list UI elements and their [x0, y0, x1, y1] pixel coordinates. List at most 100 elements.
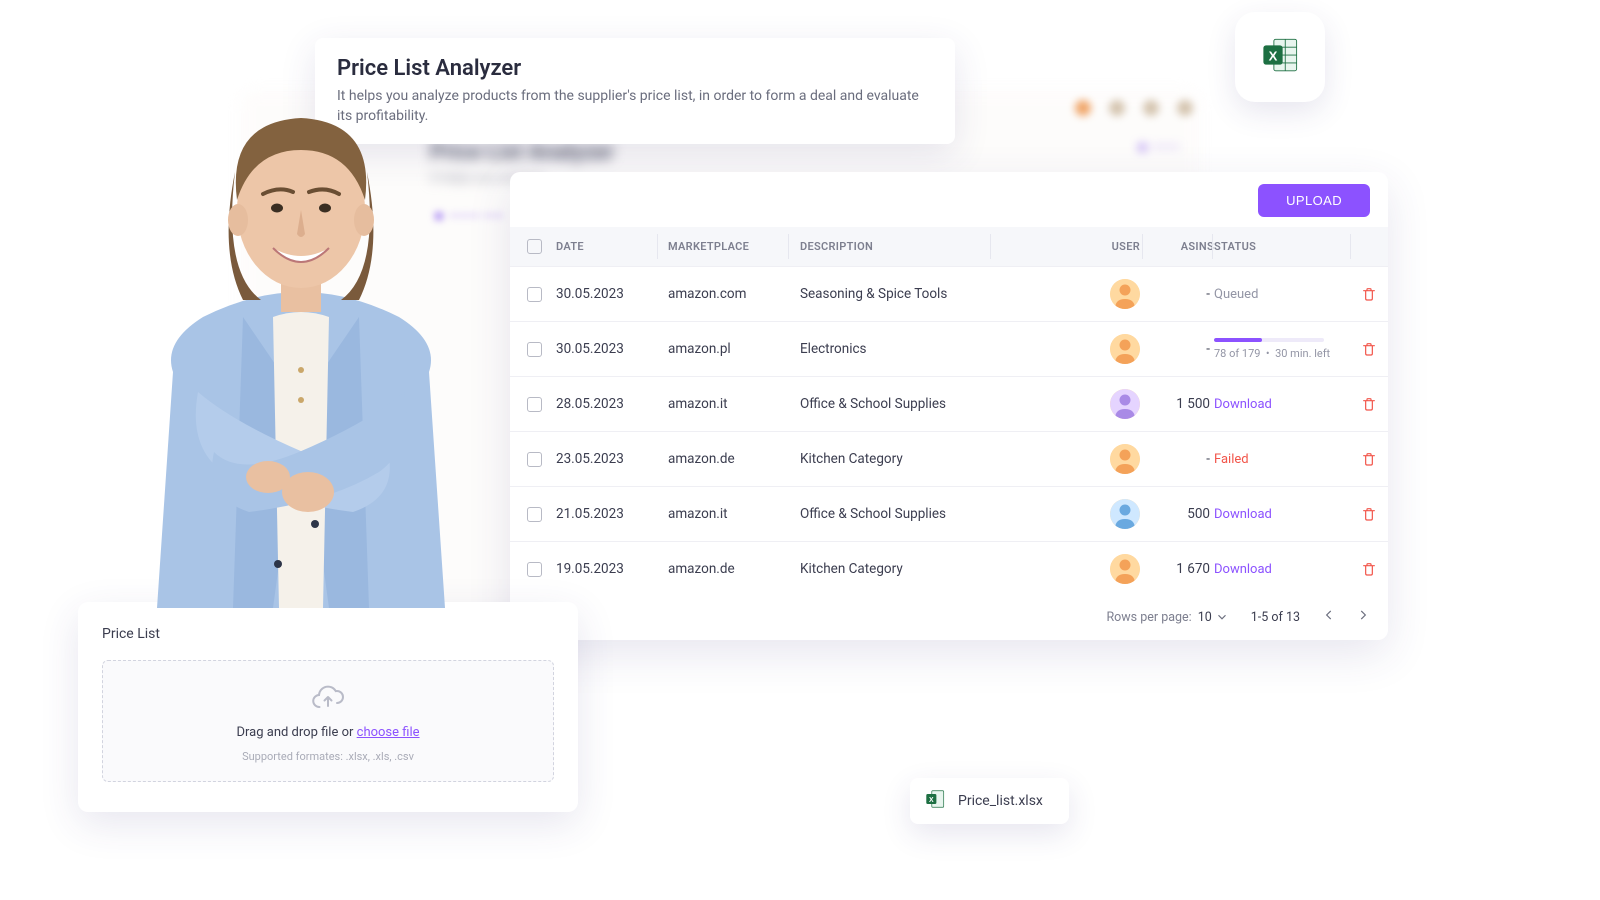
cell-marketplace: amazon.pl	[668, 341, 800, 357]
cell-description: Electronics	[800, 341, 1000, 357]
delete-button[interactable]	[1352, 506, 1386, 522]
chevron-right-icon	[1356, 608, 1370, 622]
cell-status: Download	[1214, 507, 1352, 522]
rows-per-page-label: Rows per page:	[1106, 610, 1191, 625]
table-header: DATE MARKETPLACE DESCRIPTION USER ASINS …	[510, 227, 1388, 266]
file-dropzone[interactable]: Drag and drop file or choose file Suppor…	[102, 660, 554, 782]
cell-marketplace: amazon.com	[668, 286, 800, 302]
cell-date: 30.05.2023	[556, 286, 668, 302]
download-link[interactable]: Download	[1214, 507, 1272, 522]
delete-button[interactable]	[1352, 561, 1386, 577]
cell-status: Failed	[1214, 452, 1352, 467]
cell-description: Office & School Supplies	[800, 506, 1000, 522]
excel-icon: X	[1259, 34, 1301, 80]
cell-description: Kitchen Category	[800, 451, 1000, 467]
table-row: 19.05.2023 amazon.de Kitchen Category 1 …	[510, 541, 1388, 596]
row-checkbox[interactable]	[527, 287, 542, 302]
cell-marketplace: amazon.it	[668, 396, 800, 412]
cell-date: 19.05.2023	[556, 561, 668, 577]
col-user: USER	[1000, 240, 1140, 253]
page-next-button[interactable]	[1356, 608, 1370, 626]
cell-asins: -	[1140, 286, 1214, 302]
upload-button[interactable]: UPLOAD	[1258, 184, 1370, 217]
table-row: 21.05.2023 amazon.it Office & School Sup…	[510, 486, 1388, 541]
trash-icon	[1361, 396, 1377, 412]
chevron-down-icon	[1215, 610, 1229, 624]
cell-description: Seasoning & Spice Tools	[800, 286, 1000, 302]
user-avatar	[1110, 554, 1140, 584]
delete-button[interactable]	[1352, 286, 1386, 302]
table-row: 30.05.2023 amazon.com Seasoning & Spice …	[510, 266, 1388, 321]
cell-date: 30.05.2023	[556, 341, 668, 357]
cloud-upload-icon	[311, 685, 345, 715]
trash-icon	[1361, 451, 1377, 467]
cell-marketplace: amazon.it	[668, 506, 800, 522]
col-description: DESCRIPTION	[800, 240, 1000, 253]
user-avatar	[1110, 279, 1140, 309]
pagination-range: 1-5 of 13	[1251, 610, 1300, 625]
pagination: Rows per page: 10 1-5 of 13	[510, 596, 1388, 634]
cell-description: Kitchen Category	[800, 561, 1000, 577]
trash-icon	[1361, 341, 1377, 357]
row-checkbox[interactable]	[527, 342, 542, 357]
trash-icon	[1361, 561, 1377, 577]
cell-asins: 1 500	[1140, 396, 1214, 412]
delete-button[interactable]	[1352, 396, 1386, 412]
delete-button[interactable]	[1352, 341, 1386, 357]
excel-icon: X	[924, 788, 946, 814]
cell-status: Queued	[1214, 287, 1352, 302]
page-prev-button[interactable]	[1322, 608, 1336, 626]
row-checkbox[interactable]	[527, 507, 542, 522]
excel-badge: X	[1235, 12, 1325, 102]
background-avatar-icons	[1075, 100, 1193, 116]
table-row: 28.05.2023 amazon.it Office & School Sup…	[510, 376, 1388, 431]
cell-asins: 500	[1140, 506, 1214, 522]
dropzone-text: Drag and drop file or choose file	[236, 725, 419, 740]
user-avatar	[1110, 444, 1140, 474]
row-checkbox[interactable]	[527, 562, 542, 577]
cell-asins: 1 670	[1140, 561, 1214, 577]
col-asins: ASINS	[1140, 240, 1214, 253]
dropzone-supported: Supported formates: .xlsx, .xls, .csv	[242, 750, 414, 763]
cell-status: Download	[1214, 397, 1352, 412]
cell-status: Download	[1214, 562, 1352, 577]
price-list-title: Price List	[102, 626, 554, 642]
price-list-card: Price List Drag and drop file or choose …	[78, 602, 578, 812]
col-marketplace: MARKETPLACE	[668, 240, 800, 253]
choose-file-link[interactable]: choose file	[357, 725, 420, 740]
file-name: Price_list.xlsx	[958, 793, 1043, 809]
cell-date: 28.05.2023	[556, 396, 668, 412]
svg-text:X: X	[929, 797, 934, 804]
cell-asins: -	[1140, 451, 1214, 467]
user-avatar	[1110, 499, 1140, 529]
person-illustration	[123, 92, 478, 608]
cell-description: Office & School Supplies	[800, 396, 1000, 412]
cell-marketplace: amazon.de	[668, 561, 800, 577]
delete-button[interactable]	[1352, 451, 1386, 467]
results-panel: UPLOAD DATE MARKETPLACE DESCRIPTION USER…	[510, 172, 1388, 640]
chevron-left-icon	[1322, 608, 1336, 622]
svg-text:X: X	[1269, 48, 1278, 63]
row-checkbox[interactable]	[527, 397, 542, 412]
col-status: STATUS	[1214, 240, 1352, 253]
rows-per-page-select[interactable]: 10	[1198, 610, 1229, 625]
progress-indicator: 78 of 179 • 30 min. left	[1214, 338, 1352, 360]
trash-icon	[1361, 506, 1377, 522]
download-link[interactable]: Download	[1214, 562, 1272, 577]
cell-status: 78 of 179 • 30 min. left	[1214, 338, 1352, 360]
page-title: Price List Analyzer	[337, 56, 933, 81]
select-all-checkbox[interactable]	[527, 239, 542, 254]
cell-asins: -	[1140, 341, 1214, 357]
user-avatar	[1110, 334, 1140, 364]
cell-date: 21.05.2023	[556, 506, 668, 522]
file-chip[interactable]: X Price_list.xlsx	[910, 778, 1069, 824]
background-button: ■ ———	[1139, 140, 1180, 154]
cell-date: 23.05.2023	[556, 451, 668, 467]
row-checkbox[interactable]	[527, 452, 542, 467]
table-row: 30.05.2023 amazon.pl Electronics - 78 of…	[510, 321, 1388, 376]
col-date: DATE	[556, 240, 668, 253]
download-link[interactable]: Download	[1214, 397, 1272, 412]
trash-icon	[1361, 286, 1377, 302]
table-row: 23.05.2023 amazon.de Kitchen Category - …	[510, 431, 1388, 486]
user-avatar	[1110, 389, 1140, 419]
